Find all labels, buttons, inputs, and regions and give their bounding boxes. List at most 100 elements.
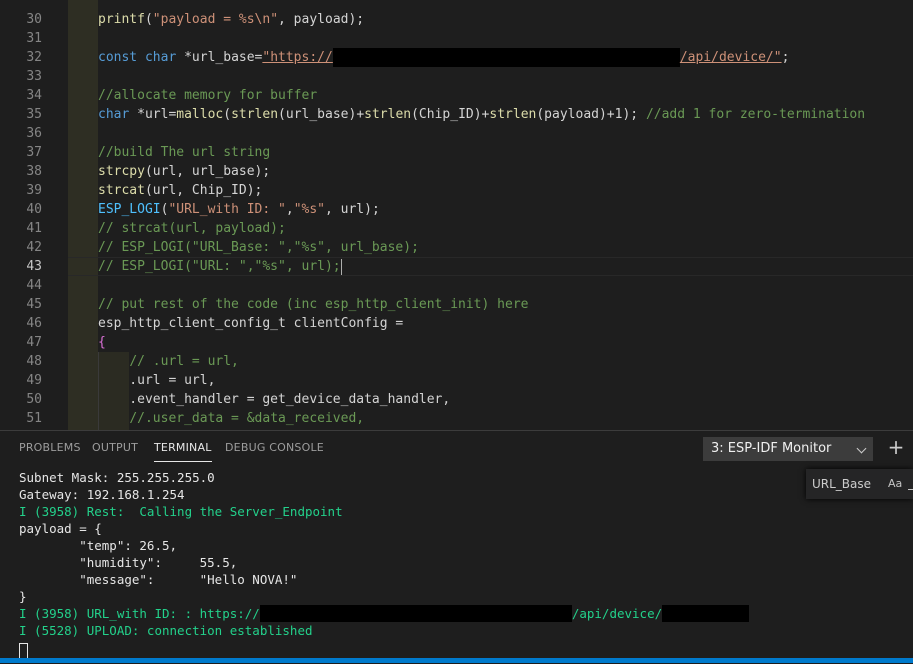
line-number: 31 xyxy=(26,31,42,46)
code-line[interactable]: 33 xyxy=(0,67,913,86)
line-number: 33 xyxy=(26,69,42,84)
code-line[interactable]: 34 //allocate memory for buffer xyxy=(0,86,913,105)
code-line[interactable]: 50 .event_handler = get_device_data_hand… xyxy=(0,390,913,409)
code-token: /api/device/" xyxy=(679,50,782,65)
code-text: strcpy(url, url_base); xyxy=(98,162,270,181)
code-token: //add 1 for zero-termination xyxy=(645,107,866,122)
code-line[interactable]: 40 ESP_LOGI("URL_with ID: ","%s", url); xyxy=(0,200,913,219)
code-line[interactable]: 49 .url = url, xyxy=(0,371,913,390)
new-terminal-button[interactable]: + xyxy=(885,433,907,461)
code-token: *url= xyxy=(129,107,177,122)
code-line[interactable]: 30 printf("payload = %s\n", payload); xyxy=(0,10,913,29)
line-number: 50 xyxy=(26,392,42,407)
code-line[interactable]: 41 // strcat(url, payload); xyxy=(0,219,913,238)
code-token: //allocate memory for buffer xyxy=(98,88,318,103)
text-caret xyxy=(340,258,342,275)
code-line[interactable]: 51 //.user_data = &data_received, xyxy=(0,409,913,428)
code-line[interactable]: 46 esp_http_client_config_t clientConfig … xyxy=(0,314,913,333)
code-token: printf xyxy=(98,12,145,27)
code-token: strlen xyxy=(489,107,537,122)
redacted-block xyxy=(662,605,750,622)
line-number: 42 xyxy=(26,240,42,255)
match-whole-word-icon[interactable] xyxy=(908,479,913,490)
code-line[interactable]: 31 xyxy=(0,29,913,48)
code-line[interactable]: 39 strcat(url, Chip_ID); xyxy=(0,181,913,200)
code-text: .url = url, xyxy=(98,371,215,390)
terminal-line: I (5528) UPLOAD: connection established xyxy=(19,622,313,639)
line-number: 40 xyxy=(26,202,42,217)
terminal-text: } xyxy=(19,589,27,604)
tab-debug-console[interactable]: DEBUG CONSOLE xyxy=(225,441,324,461)
code-token: const xyxy=(98,50,138,65)
code-token: // ESP_LOGI("URL: ","%s", url); xyxy=(98,259,341,274)
code-line[interactable]: 47 { xyxy=(0,333,913,352)
line-number: 38 xyxy=(26,164,42,179)
tab-terminal[interactable]: TERMINAL xyxy=(154,441,212,462)
code-token: (url, Chip_ID); xyxy=(144,183,263,198)
line-number: 46 xyxy=(26,316,42,331)
code-text: ESP_LOGI("URL_with ID: ","%s", url); xyxy=(98,200,380,219)
code-line[interactable]: 32 const char *url_base="https:// /api/dev… xyxy=(0,48,913,67)
code-token: char xyxy=(144,50,177,65)
line-number: 48 xyxy=(26,354,42,369)
code-text: // ESP_LOGI("URL_Base: ","%s", url_base)… xyxy=(98,238,419,257)
tab-problems[interactable]: PROBLEMS xyxy=(19,441,81,461)
code-token: *url_base= xyxy=(176,50,263,65)
terminal-text: "temp": 26.5, xyxy=(19,538,178,553)
code-line[interactable]: 42 // ESP_LOGI("URL_Base: ","%s", url_bas… xyxy=(0,238,913,257)
line-number: 45 xyxy=(26,297,42,312)
code-token: .url = url, xyxy=(98,373,216,388)
match-case-icon[interactable]: Aa xyxy=(888,473,902,495)
code-text: // .url = url, xyxy=(98,352,239,371)
terminal-text: "humidity": 55.5, xyxy=(19,555,238,570)
terminal-select[interactable]: 3: ESP-IDF Monitor xyxy=(703,437,873,461)
code-text: { xyxy=(98,333,106,352)
code-line[interactable]: 48 // .url = url, xyxy=(0,352,913,371)
code-text: //.user_data = &data_received, xyxy=(98,409,364,428)
terminal-line: I (3958) URL_with ID: : https:// /api/dev… xyxy=(19,605,750,622)
code-token: //.user_data = &data_received, xyxy=(129,411,365,426)
code-line[interactable]: 44 xyxy=(0,276,913,295)
code-token: strlen xyxy=(231,107,279,122)
line-number: 41 xyxy=(26,221,42,236)
code-token: (url_base)+ xyxy=(278,107,365,122)
terminal-line: "temp": 26.5, xyxy=(19,537,177,554)
code-token: // strcat(url, payload); xyxy=(98,221,286,236)
terminal-line: "message": "Hello NOVA!" xyxy=(19,571,297,588)
tab-output[interactable]: OUTPUT xyxy=(92,441,138,461)
code-token: ( xyxy=(223,107,232,122)
terminal-text: I (3958) Rest: Calling the Server_Endpoi… xyxy=(19,504,343,519)
code-line[interactable]: 45 // put rest of the code (inc esp_http_… xyxy=(0,295,913,314)
terminal-line: I (3958) Rest: Calling the Server_Endpoi… xyxy=(19,503,343,520)
code-token: , xyxy=(285,202,294,217)
code-text: const char *url_base="https:// /api/devic… xyxy=(98,48,789,67)
code-line[interactable]: 36 xyxy=(0,124,913,143)
line-number: 34 xyxy=(26,88,42,103)
terminal-text: /api/device/ xyxy=(571,606,663,621)
line-number: 37 xyxy=(26,145,42,160)
code-line[interactable]: 35 char *url=malloc(strlen(url_base)+strl… xyxy=(0,105,913,124)
code-token: esp_http_client_config_t clientConfig = xyxy=(98,316,404,331)
find-input[interactable]: URL_Base xyxy=(810,473,888,495)
code-token: (url, url_base); xyxy=(144,164,271,179)
code-line[interactable]: 37 //build The url string xyxy=(0,143,913,162)
code-token: ( xyxy=(144,12,153,27)
terminal-text: payload = { xyxy=(19,521,102,536)
code-token: strcat xyxy=(98,183,145,198)
redacted-block xyxy=(259,605,572,622)
code-token: strlen xyxy=(364,107,412,122)
code-line[interactable]: 43 // ESP_LOGI("URL: ","%s", url); xyxy=(0,257,913,276)
line-number: 43 xyxy=(26,259,42,274)
code-text: printf("payload = %s\n", payload); xyxy=(98,10,364,29)
code-editor[interactable]: 30 printf("payload = %s\n", payload); 31 32… xyxy=(0,0,913,430)
code-line[interactable]: 38 strcpy(url, url_base); xyxy=(0,162,913,181)
code-token: // .url = url, xyxy=(129,354,239,369)
code-token: , payload); xyxy=(278,12,365,27)
terminal-text: Gateway: 192.168.1.254 xyxy=(19,487,185,502)
terminal-line: } xyxy=(19,588,27,605)
terminal-text: I (5528) UPLOAD: connection established xyxy=(19,623,313,638)
status-bar xyxy=(0,658,913,663)
code-token: .event_handler = get_device_data_handler… xyxy=(98,392,451,407)
line-number: 49 xyxy=(26,373,42,388)
